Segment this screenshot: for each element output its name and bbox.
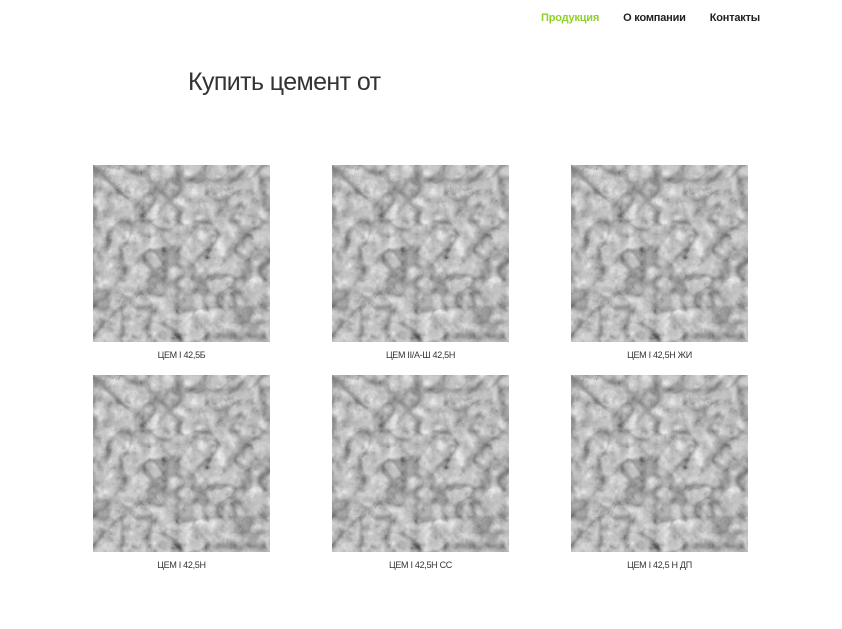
product-card[interactable]: ЦЕМ I 42,5Н (93, 375, 270, 571)
nav-item-contacts[interactable]: Контакты (710, 12, 760, 24)
cement-powder-image[interactable] (332, 165, 509, 342)
product-name[interactable]: ЦЕМ I 42,5Н (93, 560, 270, 571)
nav-item-products[interactable]: Продукция (541, 12, 599, 24)
product-name[interactable]: ЦЕМ I 42,5Б (93, 350, 270, 361)
cement-powder-image[interactable] (571, 375, 748, 552)
product-name[interactable]: ЦЕМ I 42,5 Н ДП (571, 560, 748, 571)
product-name[interactable]: ЦЕМ II/А-Ш 42,5Н (332, 350, 509, 361)
cement-powder-image[interactable] (332, 375, 509, 552)
product-name[interactable]: ЦЕМ I 42,5Н СС (332, 560, 509, 571)
page-title: Купить цемент от (188, 68, 381, 96)
product-card[interactable]: ЦЕМ I 42,5 Н ДП (571, 375, 748, 571)
cement-powder-image[interactable] (571, 165, 748, 342)
product-card[interactable]: ЦЕМ II/А-Ш 42,5Н (332, 165, 509, 361)
product-name[interactable]: ЦЕМ I 42,5Н ЖИ (571, 350, 748, 361)
product-grid: ЦЕМ I 42,5Б ЦЕМ II/А-Ш 42,5Н ЦЕМ I 42,5Н… (93, 165, 748, 571)
product-card[interactable]: ЦЕМ I 42,5Б (93, 165, 270, 361)
nav-item-about[interactable]: О компании (623, 12, 686, 24)
cement-powder-image[interactable] (93, 375, 270, 552)
product-card[interactable]: ЦЕМ I 42,5Н СС (332, 375, 509, 571)
cement-powder-image[interactable] (93, 165, 270, 342)
page: Продукция О компании Контакты Купить цем… (0, 0, 842, 629)
main-nav: Продукция О компании Контакты (541, 12, 760, 24)
product-card[interactable]: ЦЕМ I 42,5Н ЖИ (571, 165, 748, 361)
